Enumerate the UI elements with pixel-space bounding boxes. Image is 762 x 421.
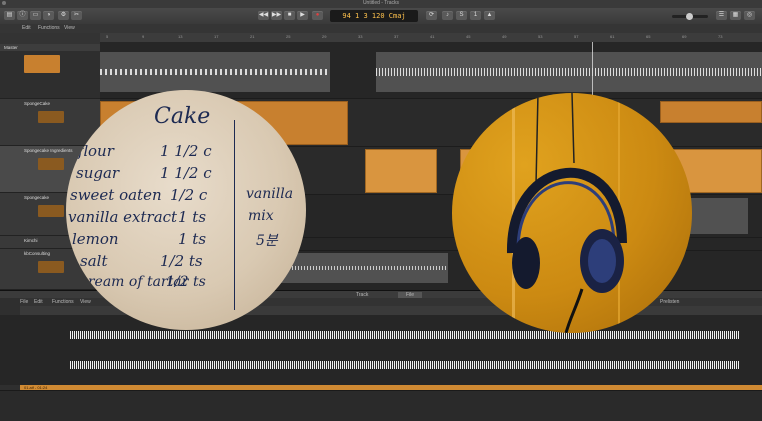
margin-note: 5분 bbox=[256, 233, 278, 249]
recipe-qty: 1 1/2 c bbox=[160, 142, 212, 160]
notepad-button[interactable]: ▦ bbox=[730, 11, 741, 20]
lcd-tempo: 120 bbox=[371, 12, 385, 20]
recipe-item: lemon bbox=[72, 230, 119, 248]
loop-browser-button[interactable]: ◎ bbox=[744, 11, 755, 20]
list-editors-button[interactable]: ☰ bbox=[716, 11, 727, 20]
ruler-tick: 41 bbox=[430, 34, 435, 39]
recipe-qty: 1/2 ts bbox=[160, 252, 203, 270]
toolbar-button[interactable]: ▭ bbox=[30, 11, 41, 20]
margin-note: vanilla bbox=[246, 186, 294, 202]
waveform bbox=[100, 69, 330, 75]
track-thumbnail bbox=[38, 111, 64, 123]
ruler-tick: 49 bbox=[502, 34, 507, 39]
track-name: Kimchi bbox=[24, 238, 38, 243]
track-header-spongecake[interactable]: SpongeCake bbox=[0, 99, 100, 146]
audio-region[interactable] bbox=[280, 253, 448, 283]
recipe-item: sweet oaten bbox=[70, 186, 162, 204]
forward-button[interactable]: ▶▶ bbox=[271, 11, 282, 20]
track-thumbnail bbox=[38, 158, 64, 170]
mixer-button[interactable]: ⚙ bbox=[58, 11, 69, 20]
audio-region[interactable] bbox=[100, 52, 330, 92]
recipe-qty: 1 ts bbox=[178, 230, 207, 248]
track-name: Spongecake bbox=[24, 195, 50, 200]
track-name: Spongecake Ingredients bbox=[24, 148, 73, 153]
menu-functions[interactable]: Functions bbox=[38, 25, 60, 31]
lcd-key: Cmaj bbox=[388, 12, 406, 20]
margin-line bbox=[234, 120, 235, 310]
ruler-tick: 9 bbox=[142, 34, 145, 39]
ruler-tick: 5 bbox=[106, 34, 109, 39]
audio-region[interactable] bbox=[365, 149, 437, 193]
cycle-button[interactable]: ⟳ bbox=[426, 11, 437, 20]
recipe-qty: 1 1/2 c bbox=[160, 164, 212, 182]
solo-button[interactable]: S bbox=[456, 11, 467, 20]
track-thumbnail bbox=[38, 205, 64, 217]
ruler-tick: 57 bbox=[574, 34, 579, 39]
master-track-header[interactable]: Master bbox=[0, 44, 100, 51]
menu-functions[interactable]: Functions bbox=[52, 299, 74, 305]
lcd-div: 3 bbox=[363, 12, 368, 20]
ruler-tick: 53 bbox=[538, 34, 543, 39]
recipe-qty: 1/2 ts bbox=[166, 274, 206, 290]
window-title: Untitled - Tracks bbox=[362, 0, 400, 6]
stop-button[interactable]: ■ bbox=[284, 11, 295, 20]
menu-edit[interactable]: Edit bbox=[22, 25, 31, 31]
inspector-button[interactable]: ⓘ bbox=[17, 11, 28, 20]
window-title-bar: Untitled - Tracks bbox=[0, 0, 762, 8]
track-name: kbConsulting bbox=[24, 251, 51, 256]
ruler-tick: 17 bbox=[214, 34, 219, 39]
menu-view[interactable]: View bbox=[80, 299, 91, 305]
recipe-card-overlay: Cake flour 1 1/2 c sugar 1 1/2 c sweet o… bbox=[66, 90, 306, 330]
audio-region[interactable] bbox=[376, 52, 762, 92]
margin-note: mix bbox=[248, 208, 274, 224]
library-button[interactable]: ▤ bbox=[4, 11, 15, 20]
ruler-tick: 25 bbox=[286, 34, 291, 39]
ruler-tick: 29 bbox=[322, 34, 327, 39]
track-thumbnail bbox=[38, 261, 64, 273]
menu-view[interactable]: View bbox=[64, 25, 75, 31]
lcd-display[interactable]: 94 1 3 120 Cmaj bbox=[330, 10, 418, 22]
ruler-tick: 45 bbox=[466, 34, 471, 39]
menu-edit[interactable]: Edit bbox=[34, 299, 43, 305]
headphones-photo-overlay bbox=[452, 93, 692, 333]
ruler-tick: 33 bbox=[358, 34, 363, 39]
ruler-tick: 13 bbox=[178, 34, 183, 39]
waveform bbox=[376, 68, 762, 76]
ruler-tick: 73 bbox=[718, 34, 723, 39]
lcd-bar: 94 bbox=[342, 12, 351, 20]
track-thumbnail bbox=[24, 55, 60, 73]
ruler-tick: 21 bbox=[250, 34, 255, 39]
recipe-qty: 1 ts bbox=[178, 208, 207, 226]
lcd-beat: 1 bbox=[355, 12, 360, 20]
ruler-tick: 37 bbox=[394, 34, 399, 39]
waveform bbox=[280, 266, 448, 270]
count-in-button[interactable]: 1 bbox=[470, 11, 481, 20]
ruler-tick: 69 bbox=[682, 34, 687, 39]
recipe-title: Cake bbox=[154, 104, 211, 129]
ruler-tick: 61 bbox=[610, 34, 615, 39]
rewind-button[interactable]: ◀◀ bbox=[258, 11, 269, 20]
metronome-button[interactable]: ▲ bbox=[484, 11, 495, 20]
close-window-icon[interactable] bbox=[2, 1, 6, 5]
recipe-item: vanilla extract bbox=[68, 208, 178, 226]
play-button[interactable]: ▶ bbox=[297, 11, 308, 20]
recipe-item: salt bbox=[80, 252, 108, 270]
headphones-icon bbox=[506, 93, 627, 333]
recipe-qty: 1/2 c bbox=[170, 186, 208, 204]
record-button[interactable]: ● bbox=[312, 11, 323, 20]
smart-controls-button[interactable]: ◑ bbox=[43, 11, 54, 20]
editor-footer bbox=[0, 390, 762, 421]
track-header-master[interactable] bbox=[0, 51, 100, 99]
ruler-tick: 65 bbox=[646, 34, 651, 39]
editors-button[interactable]: ✂ bbox=[71, 11, 82, 20]
recipe-item: sugar bbox=[76, 164, 120, 182]
tuner-button[interactable]: ♪ bbox=[442, 11, 453, 20]
master-volume-knob[interactable] bbox=[686, 13, 693, 20]
control-bar: ▤ ⓘ ▭ ◑ ⚙ ✂ ◀◀ ▶▶ ■ ▶ ● 94 1 3 120 Cmaj … bbox=[0, 8, 762, 25]
master-track-name: Master bbox=[4, 45, 18, 50]
track-name: SpongeCake bbox=[24, 101, 51, 106]
recipe-item: flour bbox=[78, 142, 114, 160]
